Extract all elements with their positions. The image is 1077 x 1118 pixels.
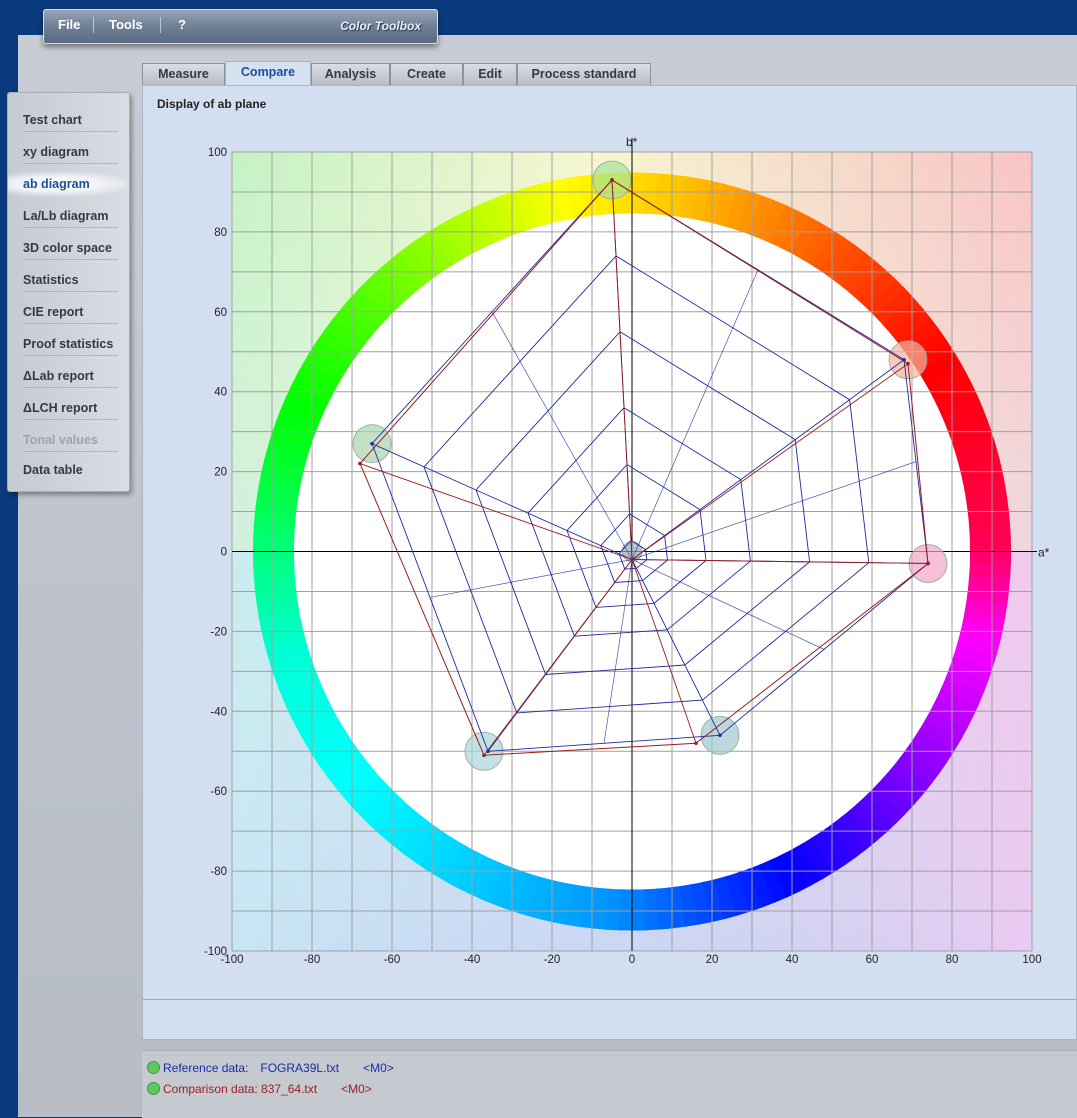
y-tick-label: -60 (210, 786, 227, 798)
x-tick-label: -60 (384, 954, 401, 966)
sidebar-item-cie-report[interactable]: CIE report (23, 301, 118, 324)
y-tick-label: 0 (221, 547, 227, 559)
primary-point (926, 561, 930, 566)
sidebar: Test chart xy diagram ab diagram La/Lb d… (7, 92, 130, 492)
x-tick-label: 0 (629, 954, 635, 966)
sidebar-item-la-lb-diagram[interactable]: La/Lb diagram (23, 205, 118, 228)
reference-tag: <M0> (363, 1061, 394, 1075)
ab-plane-chart: -100-80-60-40-20020406080100-100 -80 -60 -4… (204, 135, 1050, 966)
y-tick-label: -80 (210, 866, 227, 878)
x-tick-label: -40 (464, 954, 481, 966)
reference-label: Reference data: (163, 1061, 249, 1075)
y-tick-label: -20 (210, 626, 227, 638)
sidebar-item-3d-color-space[interactable]: 3D color space (23, 237, 118, 260)
y-tick-label: 100 (208, 147, 227, 159)
sidebar-item-tonal-values: Tonal values (23, 429, 118, 452)
comparison-tag: <M0> (341, 1082, 372, 1096)
primary-point (906, 361, 910, 366)
reference-data-line: Reference data: FOGRA39L.txt <M0> (147, 1061, 394, 1075)
primary-point (358, 461, 362, 466)
sidebar-item-xy-diagram[interactable]: xy diagram (23, 141, 118, 164)
sidebar-item-test-chart[interactable]: Test chart (23, 109, 118, 132)
sidebar-item-data-table[interactable]: Data table (23, 459, 118, 481)
sidebar-item-dlab-report[interactable]: ΔLab report (23, 365, 118, 388)
sidebar-item-dlch-report[interactable]: ΔLCH report (23, 397, 118, 420)
x-tick-label: 100 (1022, 954, 1041, 966)
x-tick-label: -80 (304, 954, 321, 966)
reference-file: FOGRA39L.txt (260, 1061, 340, 1075)
x-tick-label: 60 (866, 954, 879, 966)
y-tick-label: -40 (210, 706, 227, 718)
sidebar-item-proof-statistics[interactable]: Proof statistics (23, 333, 118, 356)
status-bar: Reference data: FOGRA39L.txt <M0> Comparis… (142, 1050, 1077, 1118)
x-tick-label: -100 (220, 954, 243, 966)
y-tick-label: 20 (214, 467, 227, 479)
y-tick-label: 80 (214, 227, 227, 239)
primary-point (718, 733, 722, 738)
sidebar-item-ab-diagram[interactable]: ab diagram (23, 173, 118, 195)
comparison-status-dot-icon (147, 1082, 160, 1095)
x-tick-label: -20 (544, 954, 561, 966)
primary-point (694, 741, 698, 746)
reference-status-dot-icon (147, 1061, 160, 1074)
primary-point (370, 441, 374, 446)
x-tick-label: 20 (706, 954, 719, 966)
x-axis-label: a* (1038, 546, 1050, 560)
primary-point (482, 753, 486, 758)
y-tick-label: 40 (214, 387, 227, 399)
primary-point (610, 178, 614, 182)
x-tick-label: 40 (786, 954, 799, 966)
comparison-label: Comparison data: 837_64.txt (163, 1082, 318, 1096)
y-axis-label: b* (626, 135, 638, 149)
sidebar-item-statistics[interactable]: Statistics (23, 269, 118, 292)
y-tick-label: 60 (214, 307, 227, 319)
x-tick-label: 80 (946, 954, 959, 966)
comparison-data-line: Comparison data: 837_64.txt <M0> (147, 1082, 372, 1096)
